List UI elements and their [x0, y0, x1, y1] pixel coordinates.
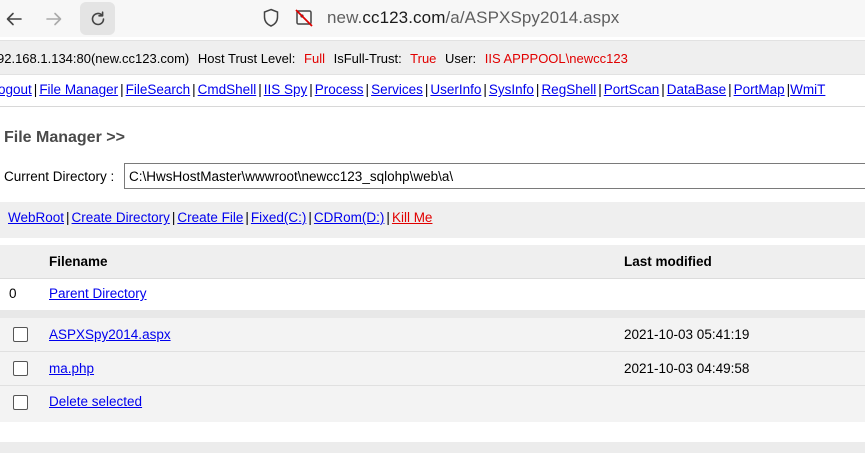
forward-button[interactable]: [39, 4, 69, 34]
action-separator: |: [308, 210, 312, 225]
action-separator: |: [245, 210, 249, 225]
parent-directory-link[interactable]: Parent Directory: [49, 286, 147, 301]
current-directory-input[interactable]: [124, 163, 865, 189]
menu-divider: [0, 106, 865, 107]
row-spacer: [0, 310, 865, 318]
file-name-link[interactable]: ma.php: [49, 361, 94, 376]
menu-port-scan[interactable]: PortScan: [604, 82, 660, 97]
file-select-checkbox[interactable]: [13, 327, 28, 342]
menu-iis-spy[interactable]: IIS Spy: [264, 82, 308, 97]
menu-separator: |: [598, 82, 602, 97]
delete-row: Delete selected: [0, 386, 865, 422]
cdrom-drive-d-link[interactable]: CDRom(D:): [314, 210, 385, 225]
back-button[interactable]: [0, 4, 29, 34]
action-separator: |: [386, 210, 390, 225]
menu-user-info[interactable]: UserInfo: [430, 82, 481, 97]
menu-sys-info[interactable]: SysInfo: [489, 82, 534, 97]
trust-level-label: Host Trust Level:: [197, 51, 296, 66]
menu-process[interactable]: Process: [315, 82, 364, 97]
table-row: ASPXSpy2014.aspx 2021-10-03 05:41:19: [0, 318, 865, 352]
host-address: 92.168.1.134:80(new.cc123.com): [0, 51, 190, 66]
menu-wmi[interactable]: WmiT: [790, 82, 825, 97]
menu-separator: |: [258, 82, 262, 97]
create-file-link[interactable]: Create File: [177, 210, 243, 225]
user-value: IIS APPPOOL\newcc123: [484, 51, 628, 66]
file-table: Filename Last modified 0 Parent Director…: [0, 245, 865, 422]
parent-directory-row: 0 Parent Directory: [0, 279, 865, 310]
file-modified-date: 2021-10-03 04:49:58: [624, 361, 750, 376]
user-label: User:: [445, 51, 477, 66]
address-bar-url[interactable]: new.cc123.com/a/ASPXSpy2014.aspx: [327, 8, 619, 28]
menu-separator: |: [365, 82, 370, 97]
select-all-checkbox[interactable]: [13, 395, 28, 410]
last-modified-column-header: Last modified: [624, 254, 712, 269]
menu-services[interactable]: Services: [371, 82, 423, 97]
menu-separator: |: [120, 82, 124, 97]
webroot-link[interactable]: WebRoot: [8, 210, 64, 225]
browser-toolbar: new.cc123.com/a/ASPXSpy2014.aspx: [0, 0, 865, 37]
delete-selected-link[interactable]: Delete selected: [49, 394, 142, 409]
file-name-link[interactable]: ASPXSpy2014.aspx: [49, 327, 171, 342]
filename-column-header: Filename: [49, 254, 108, 269]
table-header-row: Filename Last modified: [0, 245, 865, 279]
arrow-left-icon: [6, 12, 22, 26]
file-modified-date: 2021-10-03 05:41:19: [624, 327, 750, 342]
action-links: WebRoot | Create Directory | Create File | Fix…: [8, 210, 432, 225]
reload-icon: [91, 10, 104, 25]
menu-separator: |: [483, 82, 487, 97]
menu-database[interactable]: DataBase: [667, 82, 726, 97]
menu-separator: |: [535, 82, 540, 97]
footer-band: [0, 442, 865, 453]
menu-separator: |: [192, 82, 196, 97]
site-info-shield-icon[interactable]: [262, 8, 280, 31]
full-trust-value: True: [410, 51, 437, 66]
menu-cmd-shell[interactable]: CmdShell: [198, 82, 257, 97]
kill-me-link[interactable]: Kill Me: [392, 210, 433, 225]
menu-separator: |: [309, 82, 313, 97]
not-secure-icon[interactable]: [294, 8, 314, 31]
reload-button[interactable]: [80, 2, 115, 35]
full-trust-label: IsFull-Trust:: [333, 51, 402, 66]
menu-file-search[interactable]: FileSearch: [126, 82, 191, 97]
arrow-right-icon: [46, 12, 62, 26]
fixed-drive-c-link[interactable]: Fixed(C:): [251, 210, 307, 225]
main-menu: ogout | File Manager | FileSearch | CmdShell | I…: [0, 82, 825, 97]
server-info-bar: 92.168.1.134:80(new.cc123.com) Host Trus…: [0, 40, 865, 75]
parent-index: 0: [9, 286, 17, 301]
menu-separator: |: [661, 82, 665, 97]
create-directory-link[interactable]: Create Directory: [72, 210, 170, 225]
menu-separator: |: [424, 82, 429, 97]
menu-port-map[interactable]: PortMap: [734, 82, 785, 97]
table-row: ma.php 2021-10-03 04:49:58: [0, 352, 865, 386]
menu-reg-shell[interactable]: RegShell: [541, 82, 596, 97]
url-path: /a/ASPXSpy2014.aspx: [445, 8, 620, 27]
action-separator: |: [66, 210, 70, 225]
trust-level-value: Full: [304, 51, 325, 66]
action-separator: |: [171, 210, 176, 225]
page-title: File Manager >>: [4, 129, 125, 146]
menu-separator: |: [33, 82, 38, 97]
url-host: cc123.com: [362, 8, 446, 27]
file-select-checkbox[interactable]: [13, 361, 28, 376]
menu-separator: |: [728, 82, 732, 97]
menu-file-manager[interactable]: File Manager: [39, 82, 118, 97]
url-prefix: new.: [327, 8, 363, 27]
current-directory-label: Current Directory :: [4, 169, 115, 184]
menu-logout[interactable]: ogout: [0, 82, 32, 97]
